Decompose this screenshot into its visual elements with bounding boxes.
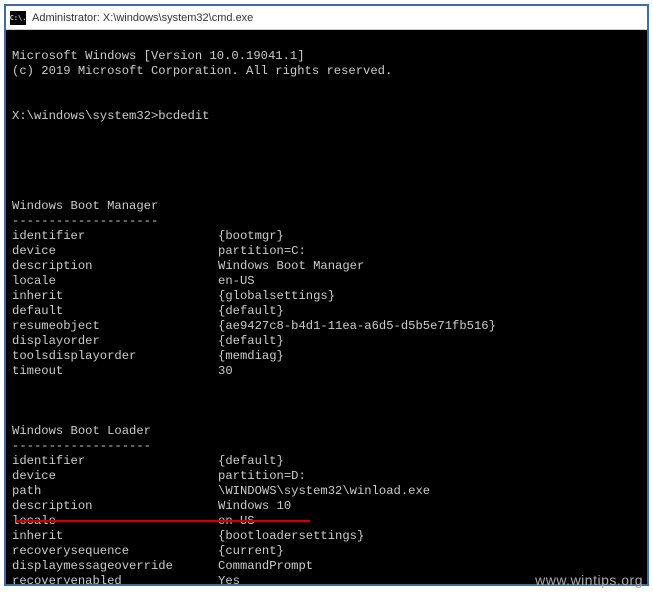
section2-val: partition=D:: [218, 469, 306, 484]
titlebar[interactable]: C:\. Administrator: X:\windows\system32\…: [6, 6, 647, 30]
section1-row-locale: localeen-US: [12, 274, 641, 289]
section1-row-identifier: identifier{bootmgr}: [12, 229, 641, 244]
section1-key: default: [12, 304, 218, 319]
section1-row-inherit: inherit{globalsettings}: [12, 289, 641, 304]
section2-val: {current}: [218, 544, 284, 559]
section1-val: {ae9427c8-b4d1-11ea-a6d5-d5b5e71fb516}: [218, 319, 496, 334]
section1-row-description: descriptionWindows Boot Manager: [12, 259, 641, 274]
section2-key: identifier: [12, 454, 218, 469]
section1-row-resumeobject: resumeobject{ae9427c8-b4d1-11ea-a6d5-d5b…: [12, 319, 641, 334]
section1-row-device: devicepartition=C:: [12, 244, 641, 259]
prompt-line-1: X:\windows\system32>bcdedit: [12, 109, 641, 124]
section1-key: locale: [12, 274, 218, 289]
header-line2: (c) 2019 Microsoft Corporation. All righ…: [12, 64, 392, 78]
section1-key: description: [12, 259, 218, 274]
section1-row-displayorder: displayorder{default}: [12, 334, 641, 349]
section1-key: toolsdisplayorder: [12, 349, 218, 364]
section1-val: partition=C:: [218, 244, 306, 259]
cmd-icon: C:\.: [10, 11, 26, 25]
section2-row-identifier: identifier{default}: [12, 454, 641, 469]
section2-val: {bootloadersettings}: [218, 529, 364, 544]
section1-key: identifier: [12, 229, 218, 244]
section1-val: {memdiag}: [218, 349, 284, 364]
section2-row-inherit: inherit{bootloadersettings}: [12, 529, 641, 544]
section1-key: inherit: [12, 289, 218, 304]
section1-val: en-US: [218, 274, 255, 289]
section2-title: Windows Boot Loader: [12, 424, 151, 438]
section2-key: device: [12, 469, 218, 484]
cmd-window: C:\. Administrator: X:\windows\system32\…: [4, 4, 649, 586]
section1-val: {default}: [218, 334, 284, 349]
section1-key: displayorder: [12, 334, 218, 349]
section1-row-toolsdisplayorder: toolsdisplayorder{memdiag}: [12, 349, 641, 364]
command-1: bcdedit: [158, 109, 209, 124]
section2-key: inherit: [12, 529, 218, 544]
section2-row-path: path\WINDOWS\system32\winload.exe: [12, 484, 641, 499]
section2-val: Yes: [218, 574, 240, 584]
section2-key: description: [12, 499, 218, 514]
section1-val: {default}: [218, 304, 284, 319]
header-line1: Microsoft Windows [Version 10.0.19041.1]: [12, 49, 305, 63]
section2-key: recoverysequence: [12, 544, 218, 559]
section1-title: Windows Boot Manager: [12, 199, 158, 213]
highlight-underline: [16, 520, 310, 522]
section2-row-description: descriptionWindows 10: [12, 499, 641, 514]
section1-key: resumeobject: [12, 319, 218, 334]
section2-dashes: -------------------: [12, 439, 151, 453]
section1-val: {bootmgr}: [218, 229, 284, 244]
watermark: www.wintips.org: [535, 572, 643, 588]
section2-val: \WINDOWS\system32\winload.exe: [218, 484, 430, 499]
section2-key: displaymessageoverride: [12, 559, 218, 574]
section1-dashes: --------------------: [12, 214, 158, 228]
section1-row-default: default{default}: [12, 304, 641, 319]
section2-key: path: [12, 484, 218, 499]
section2-val: CommandPrompt: [218, 559, 313, 574]
section2-row-device: devicepartition=D:: [12, 469, 641, 484]
section2-key: recoveryenabled: [12, 574, 218, 584]
section2-row-recoverysequence: recoverysequence{current}: [12, 544, 641, 559]
section1-row-timeout: timeout30: [12, 364, 641, 379]
section1-val: 30: [218, 364, 233, 379]
prompt-1: X:\windows\system32>: [12, 109, 158, 124]
section1-val: Windows Boot Manager: [218, 259, 364, 274]
section2-val: {default}: [218, 454, 284, 469]
section1-key: timeout: [12, 364, 218, 379]
window-title: Administrator: X:\windows\system32\cmd.e…: [32, 12, 253, 24]
section1-val: {globalsettings}: [218, 289, 335, 304]
section2-val: Windows 10: [218, 499, 291, 514]
terminal-output[interactable]: Microsoft Windows [Version 10.0.19041.1]…: [6, 30, 647, 584]
section1-key: device: [12, 244, 218, 259]
